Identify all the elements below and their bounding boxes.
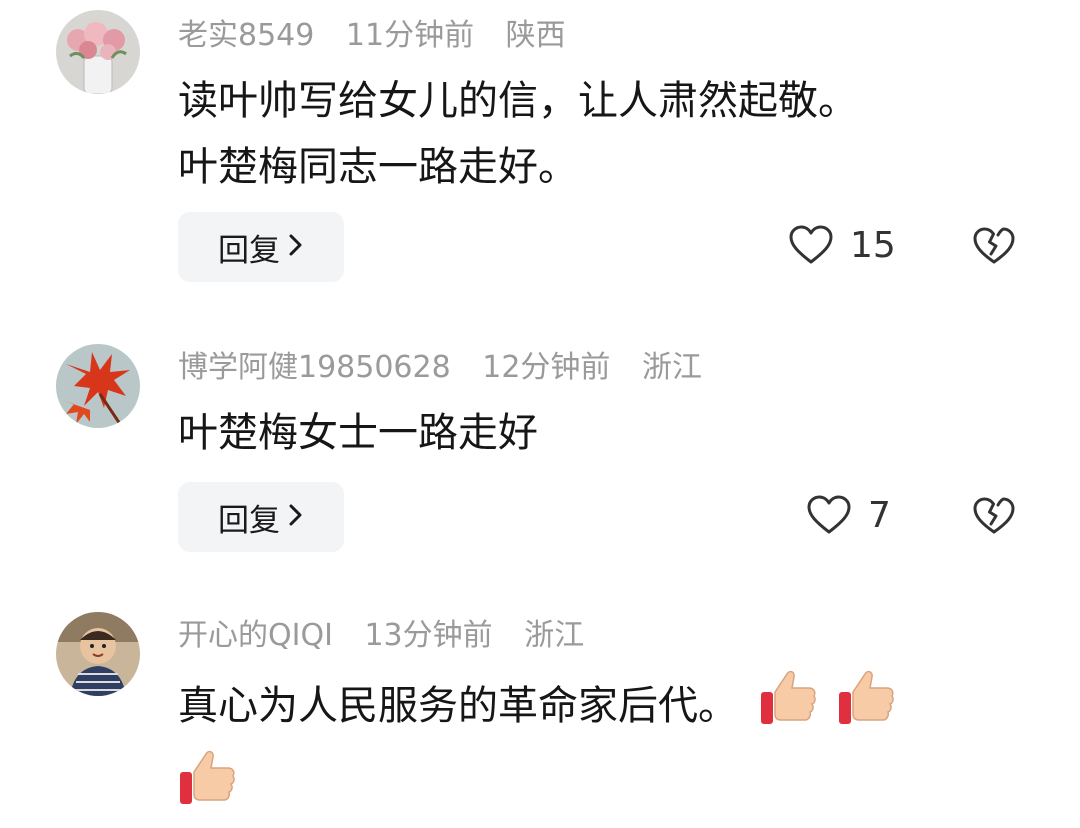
chevron-right-icon <box>288 499 304 535</box>
thumbs-up-icon <box>837 668 895 748</box>
avatar[interactable] <box>56 612 140 696</box>
timestamp: 13分钟前 <box>364 618 493 653</box>
location: 浙江 <box>641 350 702 385</box>
child-photo-avatar <box>56 612 140 696</box>
avatar[interactable] <box>56 344 140 428</box>
like-button[interactable]: 7 <box>806 494 891 536</box>
comment-line: 真心为人民服务的革命家后代。 <box>178 668 1038 748</box>
comment-meta: 博学阿健19850628 12分钟前 浙江 <box>178 348 724 388</box>
timestamp: 12分钟前 <box>482 350 611 385</box>
broken-heart-icon <box>972 497 1016 540</box>
like-count: 7 <box>868 494 891 536</box>
reply-label: 回复 <box>218 502 280 539</box>
red-maple-avatar <box>56 344 140 428</box>
thumbs-up-icon <box>759 668 817 748</box>
comment-text: 真心为人民服务的革命家后代。 <box>178 668 1038 828</box>
username[interactable]: 开心的QIQI <box>178 618 333 653</box>
thumbs-up-icon <box>178 748 236 828</box>
reply-button[interactable]: 回复 <box>178 482 344 552</box>
comment-item: 开心的QIQI 13分钟前 浙江 真心为人民服务的革命家后代。 <box>0 0 1080 804</box>
comment-meta: 开心的QIQI 13分钟前 浙江 <box>178 616 606 656</box>
comment-line <box>178 748 1038 828</box>
comment-text: 叶楚梅女士一路走好 <box>178 400 1038 466</box>
comment-line: 叶楚梅女士一路走好 <box>178 410 538 456</box>
username[interactable]: 博学阿健19850628 <box>178 350 451 385</box>
dislike-button[interactable] <box>972 496 1016 540</box>
comment-line-text: 真心为人民服务的革命家后代。 <box>178 683 738 729</box>
location: 浙江 <box>524 618 585 653</box>
heart-outline-icon <box>806 494 852 536</box>
